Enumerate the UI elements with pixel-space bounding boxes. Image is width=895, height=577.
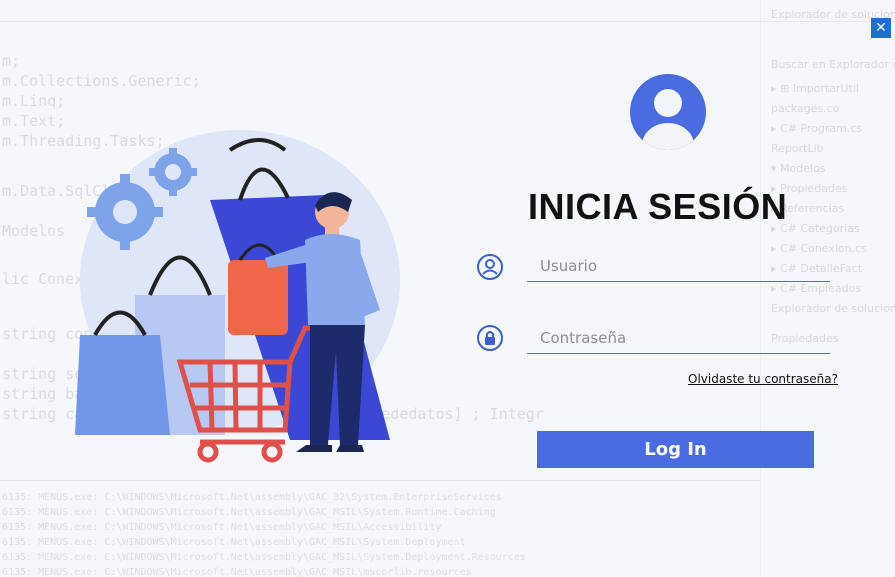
bg-output-panel [0,480,760,577]
bg-toolbar [0,0,895,22]
close-icon: ✕ [875,20,887,36]
user-circle-icon [477,254,503,280]
user-avatar-icon [630,74,706,150]
bg-solution-explorer: Explorador de soluciones Buscar en Explo… [760,0,895,577]
page-title: INICIA SESIÓN [528,186,788,227]
bag-left [75,335,170,435]
shopping-illustration [75,130,400,463]
bag-red [228,260,288,335]
forgot-password-link[interactable]: Olvidaste tu contraseña? [688,372,838,386]
login-button[interactable]: Log In [537,431,814,468]
lock-icon [477,325,503,351]
close-button[interactable]: ✕ [871,18,891,38]
password-field[interactable] [527,322,830,354]
username-input[interactable] [527,250,830,281]
username-field[interactable] [527,250,830,282]
password-input[interactable] [527,322,830,353]
